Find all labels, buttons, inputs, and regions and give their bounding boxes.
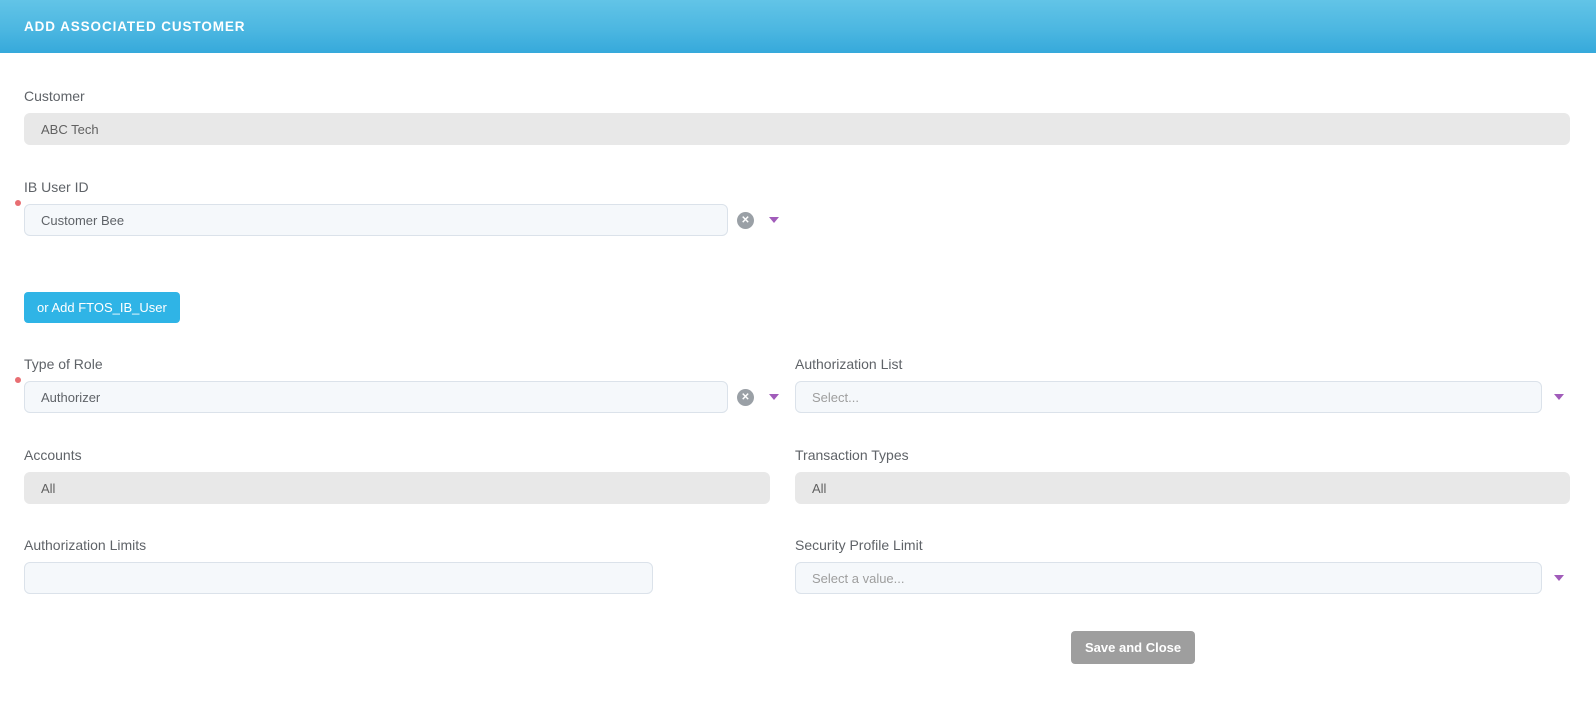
ib-user-id-field[interactable] — [24, 204, 728, 236]
clear-icon[interactable]: ✕ — [737, 389, 754, 406]
required-indicator-icon — [15, 200, 21, 206]
add-ftos-ib-user-button[interactable]: or Add FTOS_IB_User — [24, 292, 180, 323]
authorization-limits-field[interactable] — [24, 562, 653, 594]
authorization-list-select[interactable] — [795, 381, 1542, 413]
dialog-title: ADD ASSOCIATED CUSTOMER — [24, 19, 245, 34]
authorization-limits-label: Authorization Limits — [24, 537, 770, 553]
chevron-down-icon[interactable] — [1554, 575, 1564, 581]
security-profile-limit-label: Security Profile Limit — [795, 537, 1570, 553]
customer-field — [24, 113, 1570, 145]
security-profile-limit-select[interactable] — [795, 562, 1542, 594]
ib-user-id-label: IB User ID — [24, 179, 1570, 195]
required-indicator-icon — [15, 377, 21, 383]
accounts-field — [24, 472, 770, 504]
chevron-down-icon[interactable] — [1554, 394, 1564, 400]
authorization-list-label: Authorization List — [795, 356, 1570, 372]
accounts-label: Accounts — [24, 447, 770, 463]
transaction-types-field — [795, 472, 1570, 504]
form-body: Customer IB User ID ✕ or Add FTOS_IB_Use… — [0, 88, 1596, 664]
clear-icon[interactable]: ✕ — [737, 212, 754, 229]
customer-label: Customer — [24, 88, 1570, 104]
chevron-down-icon[interactable] — [769, 217, 779, 223]
save-and-close-button[interactable]: Save and Close — [1071, 631, 1195, 664]
transaction-types-label: Transaction Types — [795, 447, 1570, 463]
type-of-role-label: Type of Role — [24, 356, 770, 372]
type-of-role-field[interactable] — [24, 381, 728, 413]
dialog-header: ADD ASSOCIATED CUSTOMER — [0, 0, 1596, 53]
chevron-down-icon[interactable] — [769, 394, 779, 400]
